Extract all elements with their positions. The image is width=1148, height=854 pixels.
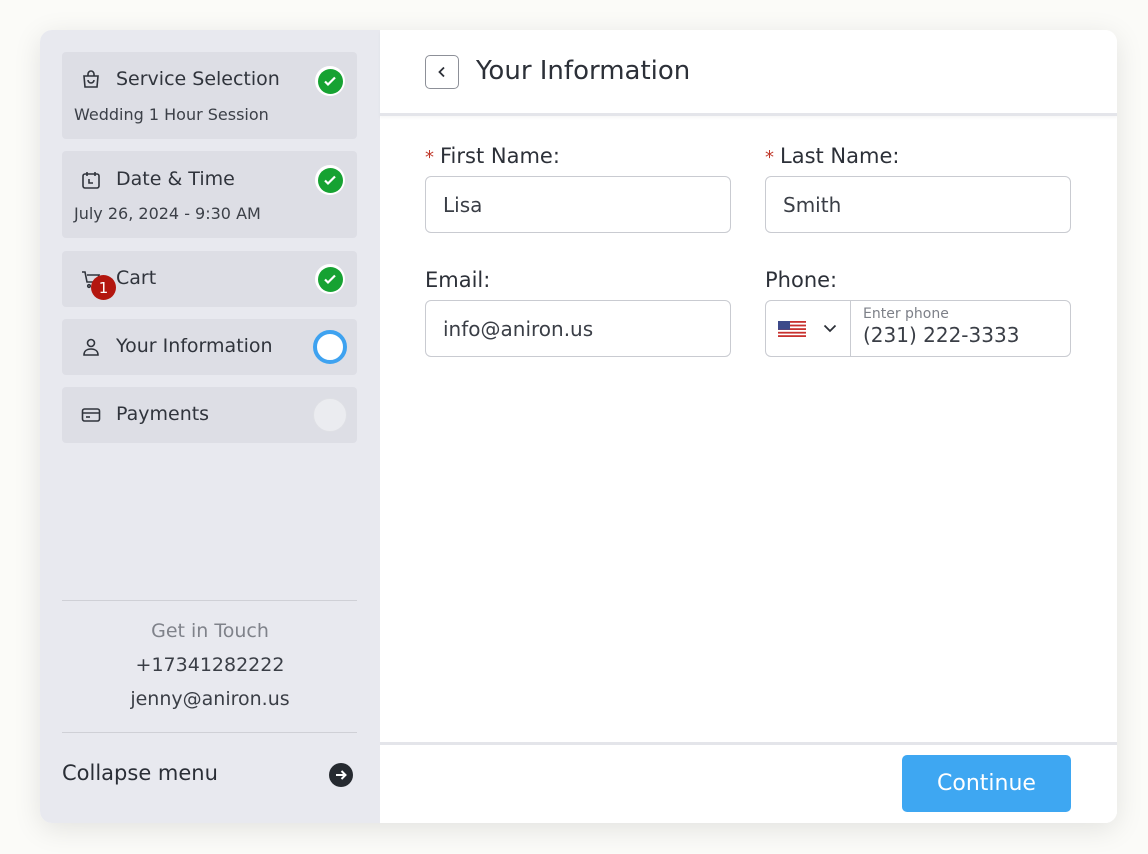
divider xyxy=(62,732,357,733)
check-icon xyxy=(315,264,345,294)
email-label: Email: xyxy=(425,268,491,292)
phone-placeholder: Enter phone xyxy=(863,306,949,322)
step-title: Your Information xyxy=(116,335,273,357)
progress-ring-icon xyxy=(313,330,347,364)
user-icon xyxy=(80,336,102,358)
sidebar: Service Selection Wedding 1 Hour Session… xyxy=(40,30,380,823)
contact-phone[interactable]: +17341282222 xyxy=(40,654,380,676)
page-title: Your Information xyxy=(476,56,691,86)
step-date-time[interactable]: Date & Time July 26, 2024 - 9:30 AM xyxy=(62,151,357,238)
first-name-label: * First Name: xyxy=(425,144,560,168)
phone-field: Enter phone (231) 222-3333 xyxy=(765,300,1071,357)
arrow-right-icon xyxy=(329,763,353,787)
required-mark: * xyxy=(425,147,434,168)
phone-input[interactable]: (231) 222-3333 xyxy=(863,323,1019,347)
first-name-input[interactable]: Lisa xyxy=(425,176,731,233)
step-title: Service Selection xyxy=(116,68,280,90)
step-service-selection[interactable]: Service Selection Wedding 1 Hour Session xyxy=(62,52,357,139)
step-subtitle: July 26, 2024 - 9:30 AM xyxy=(74,204,261,223)
last-name-label: * Last Name: xyxy=(765,144,900,168)
collapse-menu-button[interactable]: Collapse menu xyxy=(62,761,357,791)
footer: Continue xyxy=(380,742,1117,823)
check-icon xyxy=(315,165,345,195)
last-name-input[interactable]: Smith xyxy=(765,176,1071,233)
step-title: Cart xyxy=(116,267,157,289)
chevron-down-icon xyxy=(823,324,837,333)
step-title: Payments xyxy=(116,403,210,425)
step-subtitle: Wedding 1 Hour Session xyxy=(74,105,269,124)
step-your-information[interactable]: Your Information xyxy=(62,319,357,375)
back-button[interactable] xyxy=(425,55,459,89)
card-icon xyxy=(80,404,102,426)
pending-circle-icon xyxy=(313,398,347,432)
step-payments[interactable]: Payments xyxy=(62,387,357,443)
contact-heading: Get in Touch xyxy=(151,620,269,642)
phone-label: Phone: xyxy=(765,268,838,292)
contact-email[interactable]: jenny@aniron.us xyxy=(40,688,380,710)
us-flag-icon xyxy=(778,321,806,337)
country-select[interactable] xyxy=(766,301,851,356)
shopping-bag-icon xyxy=(80,69,102,91)
required-mark: * xyxy=(765,147,774,168)
chevron-left-icon xyxy=(438,66,445,78)
header: Your Information xyxy=(380,30,1117,116)
collapse-menu-label: Collapse menu xyxy=(62,761,218,785)
step-title: Date & Time xyxy=(116,168,235,190)
booking-widget: Service Selection Wedding 1 Hour Session… xyxy=(40,30,1117,823)
continue-button[interactable]: Continue xyxy=(902,755,1071,812)
check-icon xyxy=(315,66,345,96)
main-panel: Your Information * First Name: Lisa * Last… xyxy=(380,30,1117,823)
cart-count-badge: 1 xyxy=(91,275,116,300)
calendar-icon xyxy=(80,169,102,191)
divider xyxy=(62,600,357,601)
email-input[interactable]: info@aniron.us xyxy=(425,300,731,357)
